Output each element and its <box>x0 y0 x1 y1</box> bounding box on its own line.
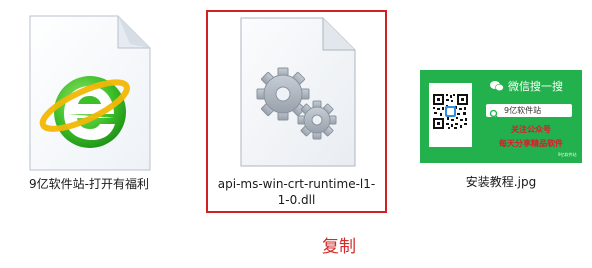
file-name-label: api-ms-win-crt-runtime-l1-1-0.dll <box>217 177 376 207</box>
copy-annotation: 复制 <box>322 237 356 257</box>
file-item-shortcut[interactable]: 9亿软件站-打开有福利 <box>14 8 164 198</box>
promo-line-2: 每天分享精品软件 <box>499 139 563 148</box>
qr-code-icon <box>429 83 472 147</box>
search-box: 9亿软件站 <box>486 104 572 119</box>
file-name-label: 9亿软件站-打开有福利 <box>29 177 149 191</box>
promo-line-1: 关注公众号 <box>511 125 551 134</box>
ie-browser-icon <box>26 14 154 174</box>
file-name-label: 安装教程.jpg <box>465 175 537 189</box>
promo-footer: 9亿软件站 <box>558 152 577 157</box>
wechat-promo-card: 微信搜一搜 9亿软件站 关注公众号 每天分享精品软件 9亿软件站 <box>420 70 582 163</box>
gears-file-icon <box>237 16 359 168</box>
search-text: 9亿软件站 <box>504 106 542 115</box>
wechat-logo-icon <box>490 77 504 92</box>
search-icon <box>489 105 500 119</box>
file-explorer-view: 9亿软件站-打开有福利 api-ms-win-crt-runtime-l1-1-… <box>0 0 592 268</box>
file-item-image[interactable]: 微信搜一搜 9亿软件站 关注公众号 每天分享精品软件 9亿软件站 安装教程.jp… <box>414 62 588 192</box>
wechat-search-title: 微信搜一搜 <box>508 80 563 93</box>
image-thumbnail: 微信搜一搜 9亿软件站 关注公众号 每天分享精品软件 9亿软件站 <box>420 70 582 163</box>
file-item-dll[interactable]: api-ms-win-crt-runtime-l1-1-0.dll <box>206 10 387 213</box>
